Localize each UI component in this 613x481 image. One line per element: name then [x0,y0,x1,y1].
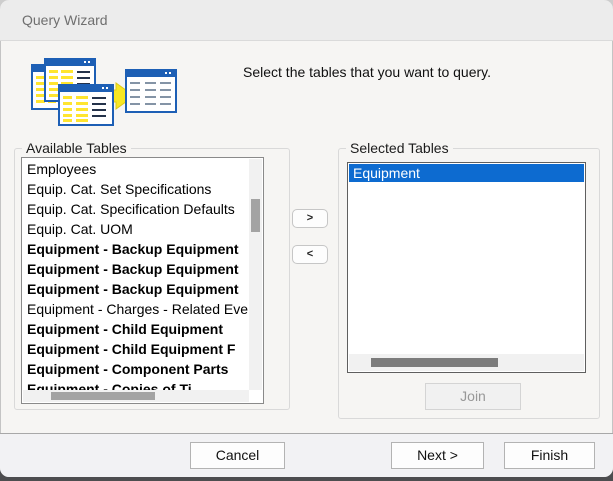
list-item[interactable]: Equipment [349,164,584,182]
list-item[interactable]: Equip. Cat. Specification Defaults [23,199,251,219]
next-button[interactable]: Next > [391,442,484,469]
selected-tables-group: Selected Tables Equipment Join [338,148,600,419]
list-item[interactable]: Employees [23,159,251,179]
list-item[interactable]: Equipment - Backup Equipment [23,279,251,299]
instruction-text: Select the tables that you want to query… [243,64,491,80]
window-title: Query Wizard [22,0,108,40]
finish-button[interactable]: Finish [504,442,595,469]
list-item[interactable]: Equipment - Child Equipment [23,319,251,339]
dialog-footer: Cancel Next > Finish [0,433,613,477]
join-button[interactable]: Join [425,383,521,410]
selected-tables-rows: Equipment [349,164,584,354]
available-tables-listbox[interactable]: EmployeesEquip. Cat. Set SpecificationsE… [21,157,264,404]
available-tables-label: Available Tables [22,140,131,156]
available-vertical-scroll-thumb[interactable] [251,199,260,232]
list-item[interactable]: Equipment - Component Parts [23,359,251,379]
add-table-button[interactable]: > [292,209,328,228]
selected-tables-label: Selected Tables [346,140,453,156]
list-item[interactable]: Equipment - Charges - Related Eve [23,299,251,319]
selected-horizontal-scrollbar[interactable] [349,354,584,371]
tables-query-graphic-icon [28,58,178,128]
title-bar: Query Wizard [0,0,613,41]
selected-tables-listbox[interactable]: Equipment [347,162,586,373]
list-item[interactable]: Equip. Cat. UOM [23,219,251,239]
available-vertical-scrollbar[interactable] [249,159,262,390]
list-item[interactable]: Equipment - Backup Equipment [23,239,251,259]
available-tables-group: Available Tables EmployeesEquip. Cat. Se… [14,148,290,410]
available-tables-rows: EmployeesEquip. Cat. Set SpecificationsE… [23,159,251,392]
available-horizontal-scroll-thumb[interactable] [51,392,155,400]
query-wizard-dialog: Query Wizard [0,0,613,477]
list-item[interactable]: Equip. Cat. Set Specifications [23,179,251,199]
remove-table-button[interactable]: < [292,245,328,264]
selected-horizontal-scroll-thumb[interactable] [371,358,498,367]
list-item[interactable]: Equipment - Child Equipment F [23,339,251,359]
available-horizontal-scrollbar[interactable] [23,390,249,402]
list-item[interactable]: Equipment - Backup Equipment [23,259,251,279]
cancel-button[interactable]: Cancel [190,442,285,469]
